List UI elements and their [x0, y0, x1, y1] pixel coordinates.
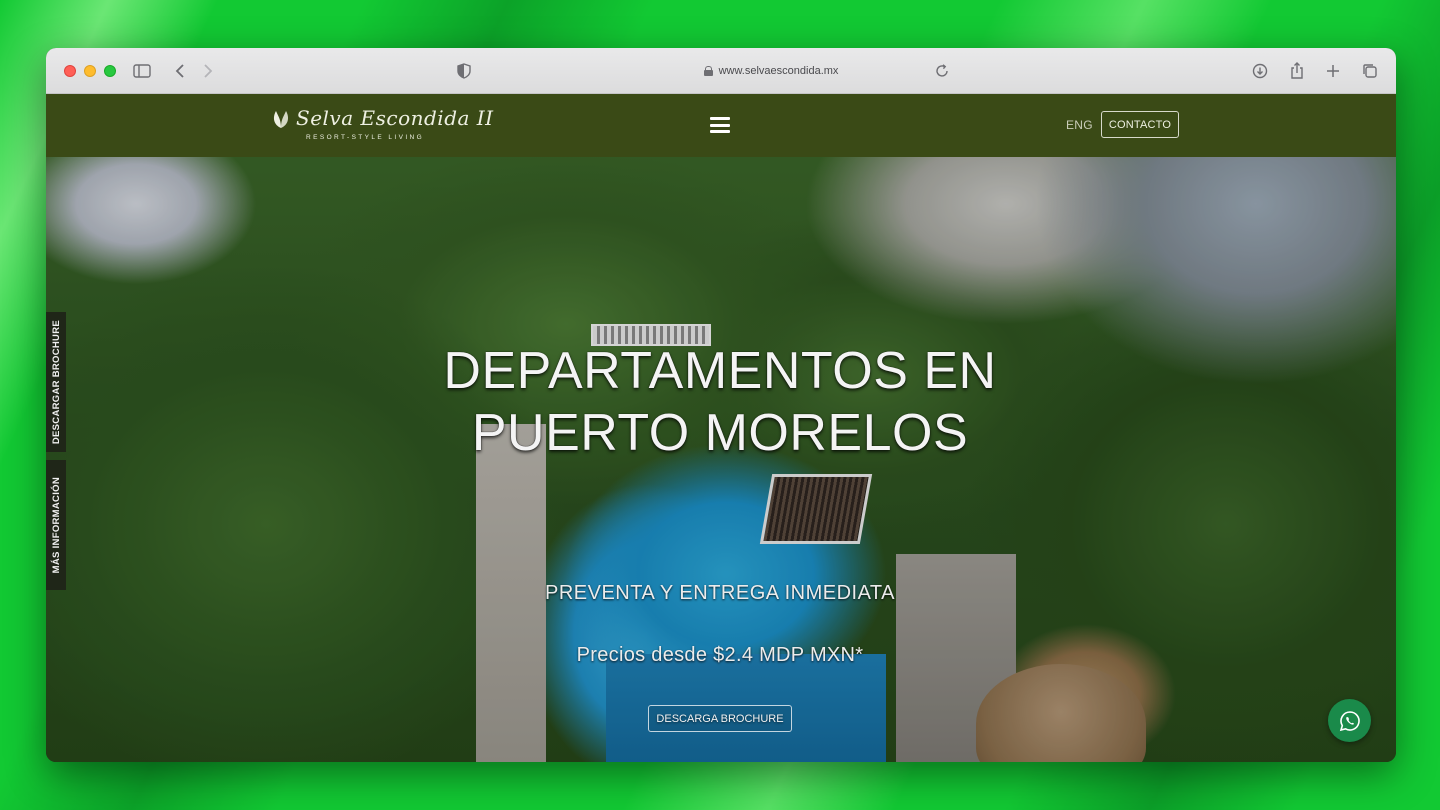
share-icon[interactable]: [1287, 61, 1307, 81]
hero-subtitle: PREVENTA Y ENTREGA INMEDIATA: [544, 582, 895, 604]
lock-icon: [703, 66, 713, 76]
forward-arrow-icon[interactable]: [198, 61, 218, 81]
whatsapp-icon: [1339, 710, 1360, 731]
download-brochure-tab-label: DESCARGAR BROCHURE: [50, 319, 62, 445]
download-icon[interactable]: [1250, 61, 1270, 81]
hero-title: DEPARTAMENTOS EN PUERTO MORELOS: [346, 340, 1094, 464]
logo-tagline: RESORT-STYLE LIVING: [306, 134, 425, 141]
hero-title-line-1: DEPARTAMENTOS EN: [443, 342, 997, 400]
site-header: Selva Escondida II RESORT-STYLE LIVING E…: [46, 94, 1396, 157]
browser-window: www.selvaescondida.mx Selva Escondida II…: [46, 48, 1396, 762]
site-logo[interactable]: Selva Escondida II RESORT-STYLE LIVING: [270, 104, 493, 146]
shield-icon[interactable]: [454, 61, 474, 81]
reload-icon[interactable]: [932, 61, 952, 81]
back-arrow-icon[interactable]: [170, 61, 190, 81]
close-window-button[interactable]: [64, 65, 76, 77]
logo-name: Selva Escondida II: [296, 106, 494, 130]
tabs-icon[interactable]: [1360, 61, 1380, 81]
url-text: www.selvaescondida.mx: [718, 65, 839, 77]
whatsapp-button[interactable]: [1328, 699, 1371, 742]
download-brochure-tab[interactable]: DESCARGAR BROCHURE: [46, 312, 66, 452]
window-controls: [64, 65, 116, 77]
leaf-logo-icon: [273, 111, 289, 128]
web-page: Selva Escondida II RESORT-STYLE LIVING E…: [46, 94, 1396, 762]
minimize-window-button[interactable]: [84, 65, 96, 77]
hero-price: Precios desde $2.4 MDP MXN*: [576, 644, 864, 666]
download-brochure-button[interactable]: DESCARGA BROCHURE: [648, 705, 792, 732]
maximize-window-button[interactable]: [104, 65, 116, 77]
language-switch[interactable]: ENG: [1066, 118, 1093, 132]
browser-toolbar: www.selvaescondida.mx: [46, 48, 1396, 94]
plus-icon[interactable]: [1323, 61, 1343, 81]
sidebar-icon[interactable]: [132, 61, 152, 81]
address-bar[interactable]: www.selvaescondida.mx: [646, 62, 896, 80]
more-info-tab[interactable]: MÁS INFORMACIÓN: [46, 460, 66, 590]
contact-button[interactable]: CONTACTO: [1101, 111, 1179, 138]
more-info-tab-label: MÁS INFORMACIÓN: [50, 476, 62, 574]
menu-icon[interactable]: [710, 117, 730, 133]
hero-title-line-2: PUERTO MORELOS: [471, 404, 969, 462]
